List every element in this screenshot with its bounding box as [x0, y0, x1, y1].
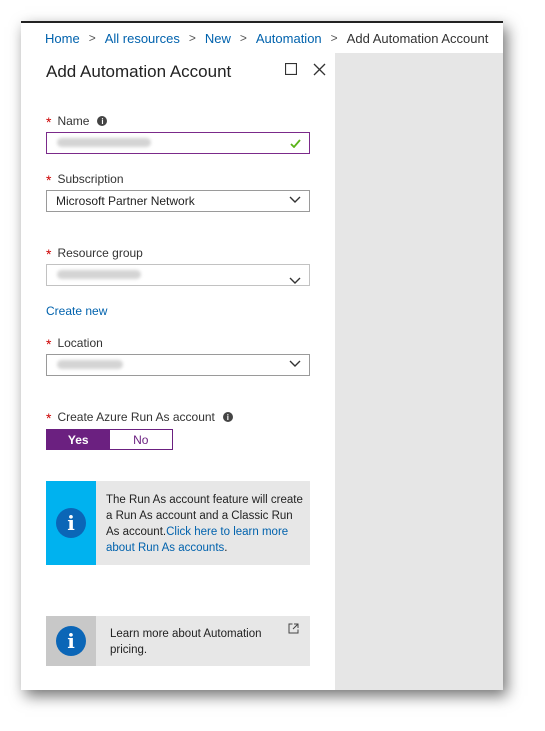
required-asterisk: *: [46, 114, 52, 130]
chevron-down-icon: [289, 277, 301, 284]
redacted-value: [57, 360, 123, 369]
location-label: * Location: [46, 335, 103, 352]
run-as-toggle[interactable]: Yes No: [46, 429, 173, 450]
chevron-down-icon: [289, 196, 301, 203]
required-asterisk: *: [46, 336, 52, 352]
empty-content-pane: [335, 53, 503, 690]
external-link-icon[interactable]: [288, 623, 299, 634]
location-select[interactable]: [46, 354, 310, 376]
required-asterisk: *: [46, 246, 52, 262]
subscription-value: Microsoft Partner Network: [56, 194, 195, 208]
breadcrumb-separator: >: [330, 31, 338, 45]
info-icon[interactable]: i: [222, 412, 233, 422]
run-as-info-text: The Run As account feature will create a…: [106, 492, 304, 556]
required-asterisk: *: [46, 410, 52, 426]
info-icon: i: [56, 508, 86, 538]
subscription-label-text: Subscription: [57, 172, 124, 186]
run-as-no-option[interactable]: No: [109, 430, 172, 449]
breadcrumb-current: Add Automation Account: [346, 30, 489, 46]
pricing-info-box[interactable]: i Learn more about Automation pricing.: [46, 616, 310, 666]
breadcrumb-separator: >: [88, 31, 96, 45]
name-label-text: Name: [57, 114, 90, 128]
breadcrumb-separator: >: [239, 31, 247, 45]
location-label-text: Location: [57, 336, 103, 350]
name-label: * Name i: [46, 113, 108, 130]
blade-title: Add Automation Account: [46, 62, 232, 81]
info-icon-column: i: [46, 481, 96, 565]
breadcrumb-home[interactable]: Home: [45, 31, 80, 46]
run-as-label-text: Create Azure Run As account: [57, 410, 215, 424]
run-as-info-suffix: .: [224, 542, 228, 554]
checkmark-icon: [290, 139, 301, 148]
run-as-label: * Create Azure Run As account i: [46, 409, 233, 426]
subscription-select[interactable]: Microsoft Partner Network: [46, 190, 310, 212]
name-input[interactable]: [46, 132, 310, 154]
redacted-value: [57, 138, 151, 147]
resource-group-select[interactable]: [46, 264, 310, 286]
breadcrumb-all-resources[interactable]: All resources: [105, 31, 180, 46]
resource-group-label: * Resource group: [46, 245, 143, 262]
maximize-icon[interactable]: [282, 60, 300, 78]
run-as-info-box: i The Run As account feature will create…: [46, 481, 310, 565]
pricing-info-text[interactable]: Learn more about Automation pricing.: [110, 626, 278, 658]
resource-group-label-text: Resource group: [57, 246, 143, 260]
breadcrumb-new[interactable]: New: [205, 31, 231, 46]
breadcrumb: Home > All resources > New > Automation …: [21, 23, 503, 53]
breadcrumb-separator: >: [188, 31, 196, 45]
info-icon: i: [56, 626, 86, 656]
chevron-down-icon: [289, 360, 301, 367]
info-icon[interactable]: i: [97, 116, 108, 126]
create-new-link[interactable]: Create new: [46, 304, 107, 318]
close-icon[interactable]: [310, 60, 328, 78]
azure-portal-window: Home > All resources > New > Automation …: [21, 21, 503, 690]
add-automation-account-blade: Add Automation Account * Name i * Subscr…: [21, 53, 335, 690]
run-as-yes-option[interactable]: Yes: [47, 430, 110, 449]
info-icon-column: i: [46, 616, 96, 666]
required-asterisk: *: [46, 172, 52, 188]
breadcrumb-automation[interactable]: Automation: [256, 31, 322, 46]
redacted-value: [57, 270, 141, 279]
subscription-label: * Subscription: [46, 171, 124, 188]
